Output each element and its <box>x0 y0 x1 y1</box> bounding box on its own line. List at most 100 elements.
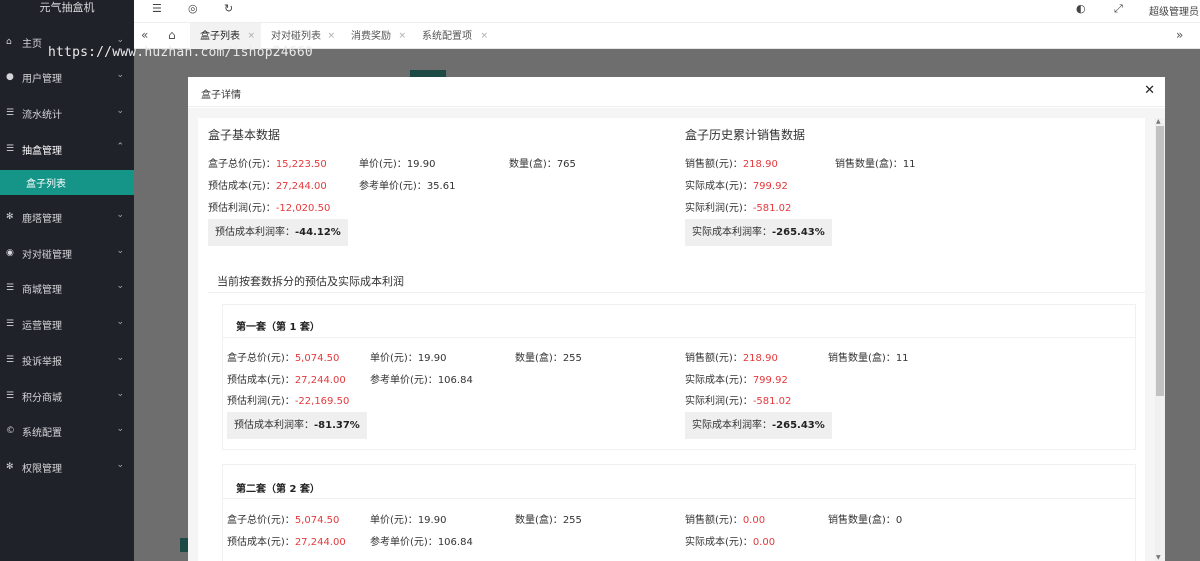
chevron-down-icon: ⌄ <box>116 460 124 470</box>
menu-fold-icon[interactable]: ☰ <box>152 2 162 15</box>
set2-unit-price: 单价(元)：19.90 <box>370 515 447 526</box>
list-icon: ☰ <box>6 283 15 293</box>
basic-est-profit: 预估利润(元)：-12,020.50 <box>208 203 331 214</box>
sidebar-item-points-shop[interactable]: ☰ 积分商城 ⌄ <box>0 386 134 406</box>
tabs-next-icon[interactable]: » <box>1176 28 1183 42</box>
set1-est-cost: 预估成本(元)：27,244.00 <box>227 375 346 386</box>
split-section-title: 当前按套数拆分的预估及实际成本利润 <box>217 275 404 288</box>
set1-sales-qty: 销售数量(盒)：11 <box>828 353 909 364</box>
chevron-down-icon: ⌄ <box>116 281 124 291</box>
chevron-down-icon: ⌄ <box>116 210 124 220</box>
history-act-rate-badge: 实际成本利润率：-265.43% <box>685 219 832 246</box>
sidebar-item-operation[interactable]: ☰ 运营管理 ⌄ <box>0 314 134 334</box>
history-data-title: 盒子历史累计销售数据 <box>685 128 806 142</box>
sidebar-item-complaint[interactable]: ☰ 投诉举报 ⌄ <box>0 350 134 370</box>
basic-total-price: 盒子总价(元)：15,223.50 <box>208 159 327 170</box>
chevron-down-icon: ⌄ <box>116 70 124 80</box>
chevron-down-icon: ⌄ <box>116 246 124 256</box>
basic-est-cost: 预估成本(元)：27,244.00 <box>208 181 327 192</box>
home-tab-icon[interactable]: ⌂ <box>168 28 176 42</box>
chevron-down-icon: ⌄ <box>116 106 124 116</box>
set1-est-profit: 预估利润(元)：-22,169.50 <box>227 396 350 407</box>
sidebar-item-system-config[interactable]: © 系统配置 ⌄ <box>0 421 134 441</box>
close-icon[interactable]: × <box>327 23 335 50</box>
list-icon: ☰ <box>6 144 15 154</box>
basic-unit-price: 单价(元)：19.90 <box>359 159 436 170</box>
refresh-icon[interactable]: ↻ <box>224 2 233 15</box>
user-icon: ● <box>6 72 14 82</box>
chevron-down-icon: ⌄ <box>116 389 124 399</box>
globe-icon[interactable]: ◎ <box>188 2 198 15</box>
section-divider <box>208 292 1145 293</box>
set1-act-rate-badge: 实际成本利润率：-265.43% <box>685 412 832 439</box>
box-detail-modal: 盒子详情 ✕ 盒子基本数据 盒子总价(元)：15,223.50 单价(元)：19… <box>188 77 1165 561</box>
list-icon: ☰ <box>6 355 15 365</box>
set1-act-profit: 实际利润(元)：-581.02 <box>685 396 792 407</box>
gear-icon: ✻ <box>6 462 14 472</box>
sidebar: 元气抽盒机 ⌂ 主页 ⌄ ● 用户管理 ⌄ ☰ 流水统计 ⌄ ☰ 抽盒管理 ⌃ … <box>0 0 134 561</box>
fullscreen-icon[interactable]: ⤢ <box>1114 2 1123 16</box>
set-divider <box>222 337 1136 338</box>
sidebar-item-permissions[interactable]: ✻ 权限管理 ⌄ <box>0 457 134 477</box>
modal-scrollbar[interactable]: ▲ ▼ <box>1155 118 1165 561</box>
gear-icon: ✻ <box>6 212 14 222</box>
chevron-down-icon: ⌄ <box>116 317 124 327</box>
list-icon: ☰ <box>6 391 15 401</box>
close-icon[interactable]: ✕ <box>1144 83 1155 98</box>
set-card <box>222 464 1136 561</box>
sidebar-item-users[interactable]: ● 用户管理 ⌄ <box>0 67 134 87</box>
home-icon: ⌂ <box>6 37 12 47</box>
user-menu[interactable]: 超级管理员 <box>1149 3 1199 18</box>
basic-qty: 数量(盒)：765 <box>509 159 576 170</box>
top-header: ☰ ◎ ↻ ◐ ⤢ 超级管理员 <box>134 0 1200 22</box>
set1-ref-unit: 参考单价(元)：106.84 <box>370 375 473 386</box>
set2-act-cost: 实际成本(元)：0.00 <box>685 537 776 548</box>
chevron-down-icon: ⌄ <box>116 353 124 363</box>
set2-sales-qty: 销售数量(盒)：0 <box>828 515 903 526</box>
copyright-icon: © <box>6 426 15 436</box>
basic-ref-unit: 参考单价(元)：35.61 <box>359 181 456 192</box>
list-icon: ☰ <box>6 108 15 118</box>
tab-system-config[interactable]: 系统配置项 × <box>412 23 494 50</box>
scroll-thumb[interactable] <box>1156 126 1164 396</box>
tabs-prev-icon[interactable]: « <box>141 28 148 42</box>
set-title: 第二套（第 2 套） <box>236 484 320 495</box>
set1-est-rate-badge: 预估成本利润率：-81.37% <box>227 412 367 439</box>
modal-title: 盒子详情 <box>201 90 241 101</box>
sidebar-item-box-manage[interactable]: ☰ 抽盒管理 ⌃ <box>0 139 134 159</box>
scroll-up-icon[interactable]: ▲ <box>1156 118 1161 125</box>
close-icon[interactable]: × <box>480 23 488 50</box>
sidebar-item-match[interactable]: ◉ 对对碰管理 ⌄ <box>0 243 134 263</box>
chevron-down-icon: ⌄ <box>116 35 124 45</box>
sidebar-subitem-box-list[interactable]: 盒子列表 <box>0 170 134 195</box>
set2-ref-unit: 参考单价(元)：106.84 <box>370 537 473 548</box>
set1-act-cost: 实际成本(元)：799.92 <box>685 375 788 386</box>
set1-total-price: 盒子总价(元)：5,074.50 <box>227 353 340 364</box>
sidebar-item-shop[interactable]: ☰ 商城管理 ⌄ <box>0 278 134 298</box>
history-sales: 销售额(元)：218.90 <box>685 159 778 170</box>
scroll-down-icon[interactable]: ▼ <box>1156 554 1161 561</box>
chevron-down-icon: ⌄ <box>116 424 124 434</box>
set2-qty: 数量(盒)：255 <box>515 515 582 526</box>
modal-body: 盒子基本数据 盒子总价(元)：15,223.50 单价(元)：19.90 数量(… <box>188 108 1165 561</box>
sidebar-item-flow-stats[interactable]: ☰ 流水统计 ⌄ <box>0 103 134 123</box>
basic-est-rate-badge: 预估成本利润率：-44.12% <box>208 219 348 246</box>
sidebar-item-tower[interactable]: ✻ 鹿塔管理 ⌄ <box>0 207 134 227</box>
watermark: https://www.huzhan.com/ishop24660 <box>48 45 313 60</box>
modal-header: 盒子详情 ✕ <box>188 77 1165 107</box>
detail-card: 盒子基本数据 盒子总价(元)：15,223.50 单价(元)：19.90 数量(… <box>198 118 1145 561</box>
set1-unit-price: 单价(元)：19.90 <box>370 353 447 364</box>
palette-icon[interactable]: ◐ <box>1076 2 1086 15</box>
history-sales-qty: 销售数量(盒)：11 <box>835 159 916 170</box>
chevron-up-icon: ⌃ <box>116 142 124 152</box>
set2-sales: 销售额(元)：0.00 <box>685 515 766 526</box>
basic-data-title: 盒子基本数据 <box>208 128 281 142</box>
history-act-cost: 实际成本(元)：799.92 <box>685 181 788 192</box>
tab-consume-reward[interactable]: 消费奖励 × <box>341 23 412 50</box>
list-icon: ☰ <box>6 319 15 329</box>
set2-est-cost: 预估成本(元)：27,244.00 <box>227 537 346 548</box>
pin-icon: ◉ <box>6 248 14 258</box>
history-act-profit: 实际利润(元)：-581.02 <box>685 203 792 214</box>
set-divider <box>222 498 1136 499</box>
close-icon[interactable]: × <box>398 23 406 50</box>
